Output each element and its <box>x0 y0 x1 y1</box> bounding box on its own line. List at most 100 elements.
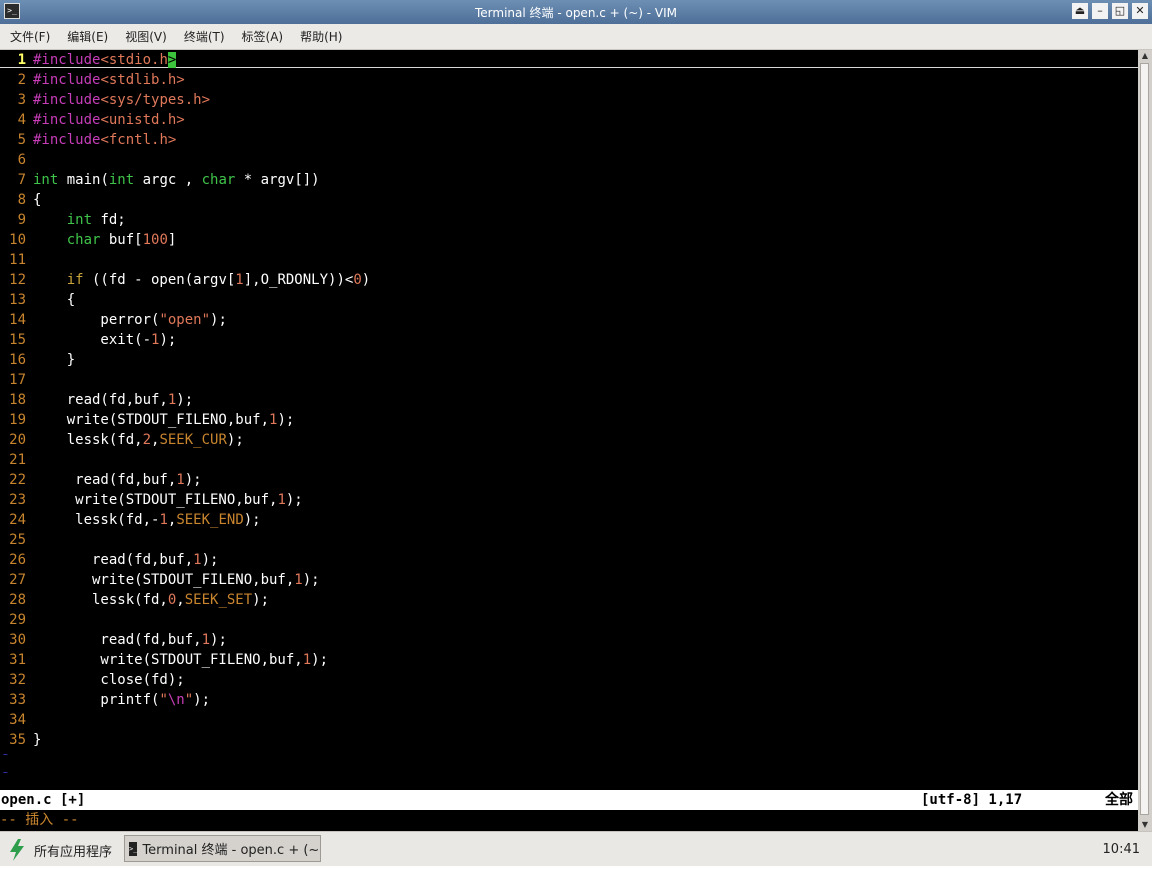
line-number: 10 <box>9 232 26 248</box>
minimize-button[interactable]: – <box>1092 3 1108 19</box>
code-token: write(STDOUT_FILENO,buf, <box>33 652 303 668</box>
code-token: int <box>66 212 93 228</box>
code-line: 6 <box>0 150 33 170</box>
code-token: ] <box>167 232 177 248</box>
line-number: 13 <box>9 292 26 308</box>
code-token: #include <box>33 132 101 148</box>
code-token: 2 <box>142 432 152 448</box>
line-number: 31 <box>9 652 26 668</box>
line-number: 14 <box>9 312 26 328</box>
code-token: ((fd - open(argv[ <box>83 272 236 288</box>
menu-tabs[interactable]: 标签(A) <box>232 28 291 45</box>
code-token: 1 <box>176 472 185 488</box>
start-menu-button[interactable]: 所有应用程序 <box>8 838 112 862</box>
code-token: read(fd,buf, <box>33 632 202 648</box>
line-number: 11 <box>9 252 26 268</box>
menu-edit[interactable]: 编辑(E) <box>57 28 115 45</box>
empty-line-marker: ~ <box>3 768 8 777</box>
code-token: " <box>184 692 194 708</box>
code-token: ); <box>210 632 227 648</box>
code-token: ); <box>311 652 329 668</box>
line-number: 7 <box>17 172 26 188</box>
vim-editor[interactable]: ~ ~ 1 #include<stdio.h> 2 #include<stdlib.h… <box>0 50 1138 831</box>
code-line: 22 read(fd,buf,1); <box>0 470 202 490</box>
code-token: main( <box>58 172 109 188</box>
code-line: 7 int main(int argc , char * argv[]) <box>0 170 320 190</box>
empty-line-marker: ~ <box>3 750 8 759</box>
code-line: 1 #include<stdio.h> <box>0 50 177 70</box>
scrollbar-thumb[interactable] <box>1140 63 1149 815</box>
code-line: 9 int fd; <box>0 210 126 230</box>
line-number: 26 <box>9 552 26 568</box>
text-cursor: > <box>167 52 177 68</box>
code-token: int <box>108 172 135 188</box>
code-line: 16 } <box>0 350 75 370</box>
code-line: 28 lessk(fd,0,SEEK_SET); <box>0 590 269 610</box>
scroll-up-icon[interactable]: ▲ <box>1138 50 1152 62</box>
line-number: 18 <box>9 392 26 408</box>
status-position: [utf-8] 1,17 <box>921 792 1023 808</box>
code-token: #include <box>33 72 101 88</box>
code-token: ); <box>193 692 211 708</box>
scroll-down-icon[interactable]: ▼ <box>1138 819 1152 831</box>
line-number: 6 <box>17 152 26 168</box>
line-number: 9 <box>17 212 26 228</box>
code-token: read(fd,buf, <box>33 392 168 408</box>
menu-bar: 文件(F) 编辑(E) 视图(V) 终端(T) 标签(A) 帮助(H) <box>0 24 1152 50</box>
code-token: 100 <box>142 232 168 248</box>
code-line: 35} <box>0 730 41 750</box>
line-number: 30 <box>9 632 26 648</box>
code-token: char <box>66 232 101 248</box>
close-button[interactable]: ✕ <box>1132 3 1148 19</box>
code-token: SEEK_SET <box>184 592 253 608</box>
vertical-scrollbar[interactable]: ▲ ▼ <box>1138 50 1152 831</box>
code-token: <sys/types.h> <box>100 92 211 108</box>
vim-statusline: open.c [+] [utf-8] 1,17 全部 <box>0 790 1138 810</box>
window-controls: ⏏ – ◱ ✕ <box>1072 3 1148 19</box>
maximize-button[interactable]: ◱ <box>1112 3 1128 19</box>
code-line: 19 write(STDOUT_FILENO,buf,1); <box>0 410 294 430</box>
code-token: , <box>176 592 185 608</box>
code-line: 34 <box>0 710 33 730</box>
code-token: write(STDOUT_FILENO,buf, <box>33 572 295 588</box>
menu-help[interactable]: 帮助(H) <box>290 28 349 45</box>
code-token: ); <box>201 552 219 568</box>
clock[interactable]: 10:41 <box>1103 842 1140 857</box>
code-token: <stdio.h <box>100 52 168 68</box>
line-number: 29 <box>9 612 26 628</box>
menu-terminal[interactable]: 终端(T) <box>174 28 232 45</box>
code-token: 1 <box>294 572 303 588</box>
taskbar-task-terminal[interactable]: >_ Terminal 终端 - open.c + (~… <box>124 835 321 862</box>
code-line: 17 <box>0 370 33 390</box>
shade-button[interactable]: ⏏ <box>1072 3 1088 19</box>
window-titlebar[interactable]: >_ Terminal 终端 - open.c + (~) - VIM ⏏ – … <box>0 0 1152 24</box>
code-token: SEEK_END <box>176 512 244 528</box>
code-token: fd; <box>92 212 126 228</box>
code-token: ); <box>159 332 177 348</box>
code-token: <unistd.h> <box>100 112 185 128</box>
code-line: 31 write(STDOUT_FILENO,buf,1); <box>0 650 328 670</box>
code-token: #include <box>33 92 101 108</box>
line-number: 32 <box>9 672 26 688</box>
code-token: argc , <box>134 172 202 188</box>
line-number: 20 <box>9 432 26 448</box>
code-token: <stdlib.h> <box>100 72 185 88</box>
code-token: ],O_RDONLY))< <box>243 272 354 288</box>
menu-view[interactable]: 视图(V) <box>115 28 174 45</box>
code-line: 2 #include<stdlib.h> <box>0 70 185 90</box>
line-number: 33 <box>9 692 26 708</box>
menu-file[interactable]: 文件(F) <box>0 28 57 45</box>
code-token: exit(- <box>33 332 152 348</box>
code-token: 1 <box>235 272 244 288</box>
code-token: 1 <box>277 492 286 508</box>
code-token: printf( <box>33 692 160 708</box>
terminal-icon: >_ <box>129 841 138 856</box>
line-number: 15 <box>9 332 26 348</box>
code-token: * argv[]) <box>235 172 320 188</box>
line-number: 12 <box>9 272 26 288</box>
line-number: 16 <box>9 352 26 368</box>
code-token: } <box>33 352 76 368</box>
code-token: lessk(fd,- <box>33 512 160 528</box>
code-token: ); <box>184 472 202 488</box>
